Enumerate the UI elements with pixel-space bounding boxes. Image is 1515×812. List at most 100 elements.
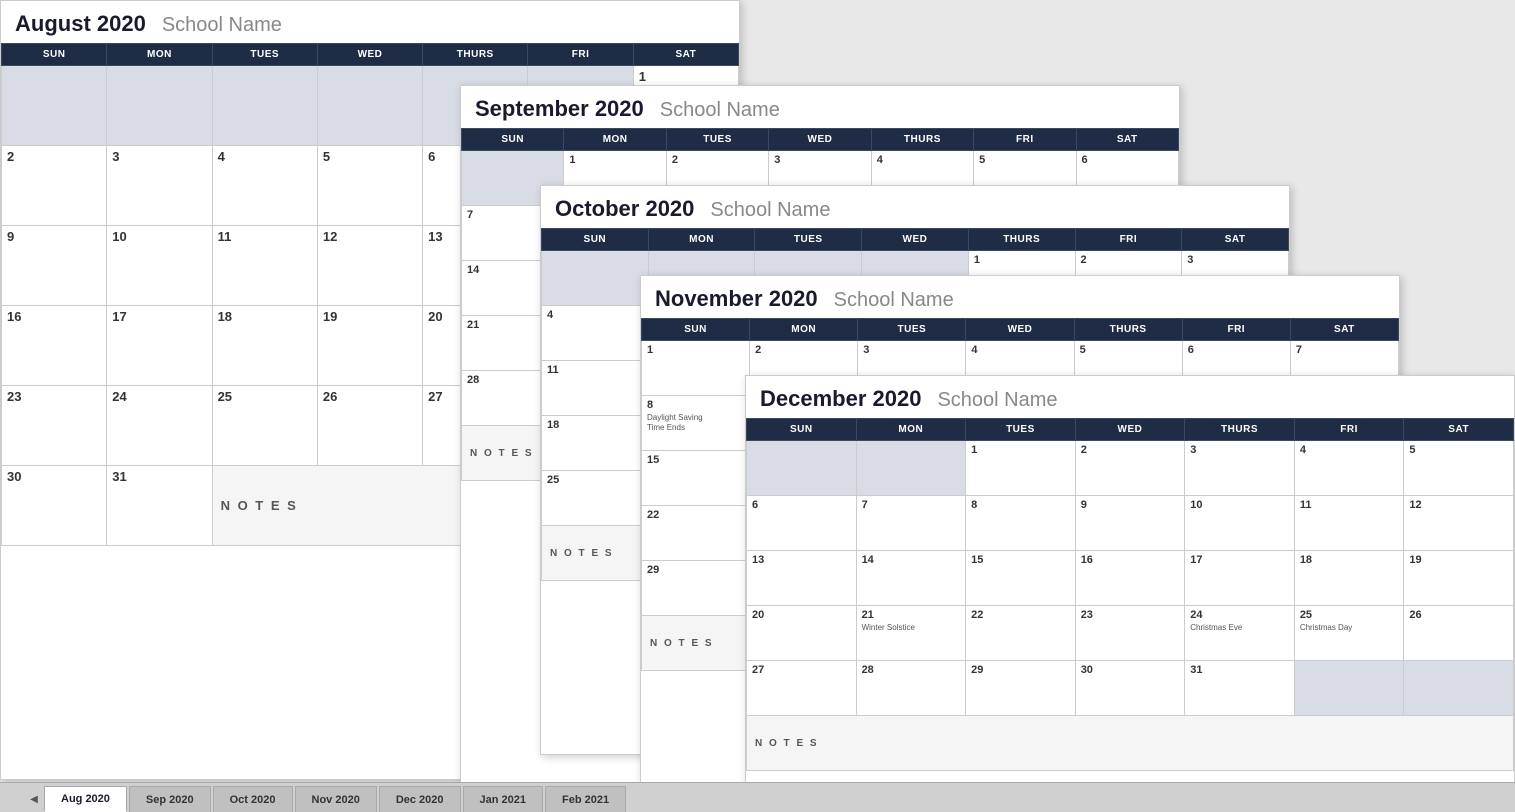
table-row: 11: [542, 361, 649, 416]
table-row: 8Daylight SavingTime Ends: [642, 396, 750, 451]
table-row: 23: [1075, 606, 1185, 661]
table-row: 18: [542, 416, 649, 471]
table-row: 24Christmas Eve: [1185, 606, 1295, 661]
tab-sep-2020[interactable]: Sep 2020: [129, 786, 211, 812]
table-row: 29: [966, 661, 1076, 716]
december-grid: SUN MON TUES WED THURS FRI SAT 1 2 3 4 5…: [746, 418, 1514, 771]
sep-col-fri: FRI: [974, 129, 1076, 151]
december-title: December 2020: [760, 386, 921, 412]
october-header: October 2020 School Name: [541, 186, 1289, 228]
table-row: 30: [1075, 661, 1185, 716]
table-row: 30: [2, 466, 107, 546]
table-row: 13: [747, 551, 857, 606]
oct-col-mon: MON: [648, 229, 755, 251]
november-title: November 2020: [655, 286, 818, 312]
table-row: 23: [2, 386, 107, 466]
table-row: 21Winter Solstice: [856, 606, 966, 661]
sep-col-mon: MON: [564, 129, 666, 151]
table-row: 26: [317, 386, 422, 466]
table-row: 2: [1075, 441, 1185, 496]
calendar-december: December 2020 School Name SUN MON TUES W…: [745, 375, 1515, 795]
oct-col-tue: TUES: [755, 229, 862, 251]
tab-scroll-left[interactable]: ◀: [24, 786, 44, 812]
table-row: 29: [642, 561, 750, 616]
nov-col-fri: FRI: [1182, 319, 1290, 341]
nov-col-mon: MON: [750, 319, 858, 341]
oct-col-fri: FRI: [1075, 229, 1182, 251]
table-row: 27: [747, 661, 857, 716]
table-row: 22: [966, 606, 1076, 661]
september-school: School Name: [660, 99, 780, 122]
aug-col-sat: SAT: [633, 44, 738, 66]
dec-col-tue: TUES: [966, 419, 1076, 441]
aug-col-sun: SUN: [2, 44, 107, 66]
table-row: 10: [1185, 496, 1295, 551]
table-row: 15: [642, 451, 750, 506]
dec-col-wed: WED: [1075, 419, 1185, 441]
tab-dec-2020[interactable]: Dec 2020: [379, 786, 461, 812]
sep-col-tue: TUES: [666, 129, 768, 151]
aug-col-thu: THURS: [423, 44, 528, 66]
nov-col-wed: WED: [966, 319, 1074, 341]
sep-col-sun: SUN: [462, 129, 564, 151]
table-row: 20: [747, 606, 857, 661]
table-row: 3: [1185, 441, 1295, 496]
sep-col-sat: SAT: [1076, 129, 1178, 151]
table-row: 6: [747, 496, 857, 551]
tab-nov-2020[interactable]: Nov 2020: [295, 786, 377, 812]
event-label: Christmas Day: [1300, 623, 1399, 633]
event-label: Winter Solstice: [862, 623, 961, 633]
oct-col-sat: SAT: [1182, 229, 1289, 251]
nov-col-tue: TUES: [858, 319, 966, 341]
table-row: [542, 251, 649, 306]
tab-jan-2021[interactable]: Jan 2021: [463, 786, 543, 812]
table-row: 24: [107, 386, 212, 466]
table-row: 31: [107, 466, 212, 546]
tab-oct-2020[interactable]: Oct 2020: [213, 786, 293, 812]
table-row: 18: [1294, 551, 1404, 606]
oct-col-sun: SUN: [542, 229, 649, 251]
dec-col-sat: SAT: [1404, 419, 1514, 441]
dec-col-thu: THURS: [1185, 419, 1295, 441]
november-header: November 2020 School Name: [641, 276, 1399, 318]
notes-cell: N O T E S: [747, 716, 1514, 771]
table-row: [317, 66, 422, 146]
august-school: School Name: [162, 14, 282, 37]
table-row: [747, 441, 857, 496]
table-row: 1: [642, 341, 750, 396]
table-row: 9: [2, 226, 107, 306]
dec-col-mon: MON: [856, 419, 966, 441]
october-school: School Name: [710, 199, 830, 222]
tab-aug-2020[interactable]: Aug 2020: [44, 786, 127, 812]
tab-feb-2021[interactable]: Feb 2021: [545, 786, 626, 812]
september-title: September 2020: [475, 96, 644, 122]
table-row: 19: [317, 306, 422, 386]
table-row: [1294, 661, 1404, 716]
december-school: School Name: [937, 389, 1057, 412]
table-row: 12: [1404, 496, 1514, 551]
aug-col-fri: FRI: [528, 44, 633, 66]
dec-col-sun: SUN: [747, 419, 857, 441]
sep-col-thu: THURS: [871, 129, 973, 151]
table-row: 8: [966, 496, 1076, 551]
aug-col-mon: MON: [107, 44, 212, 66]
october-title: October 2020: [555, 196, 694, 222]
table-row: 10: [107, 226, 212, 306]
november-school: School Name: [834, 289, 954, 312]
oct-col-wed: WED: [862, 229, 969, 251]
event-label: Christmas Eve: [1190, 623, 1289, 633]
table-row: 26: [1404, 606, 1514, 661]
aug-col-tue: TUES: [212, 44, 317, 66]
table-row: 17: [107, 306, 212, 386]
table-row: 11: [212, 226, 317, 306]
august-header: August 2020 School Name: [1, 1, 739, 43]
table-row: 4: [542, 306, 649, 361]
oct-col-thu: THURS: [968, 229, 1075, 251]
table-row: 11: [1294, 496, 1404, 551]
table-row: [1404, 661, 1514, 716]
table-row: 22: [642, 506, 750, 561]
nov-col-sun: SUN: [642, 319, 750, 341]
table-row: 1: [966, 441, 1076, 496]
table-row: 28: [856, 661, 966, 716]
nov-col-thu: THURS: [1074, 319, 1182, 341]
